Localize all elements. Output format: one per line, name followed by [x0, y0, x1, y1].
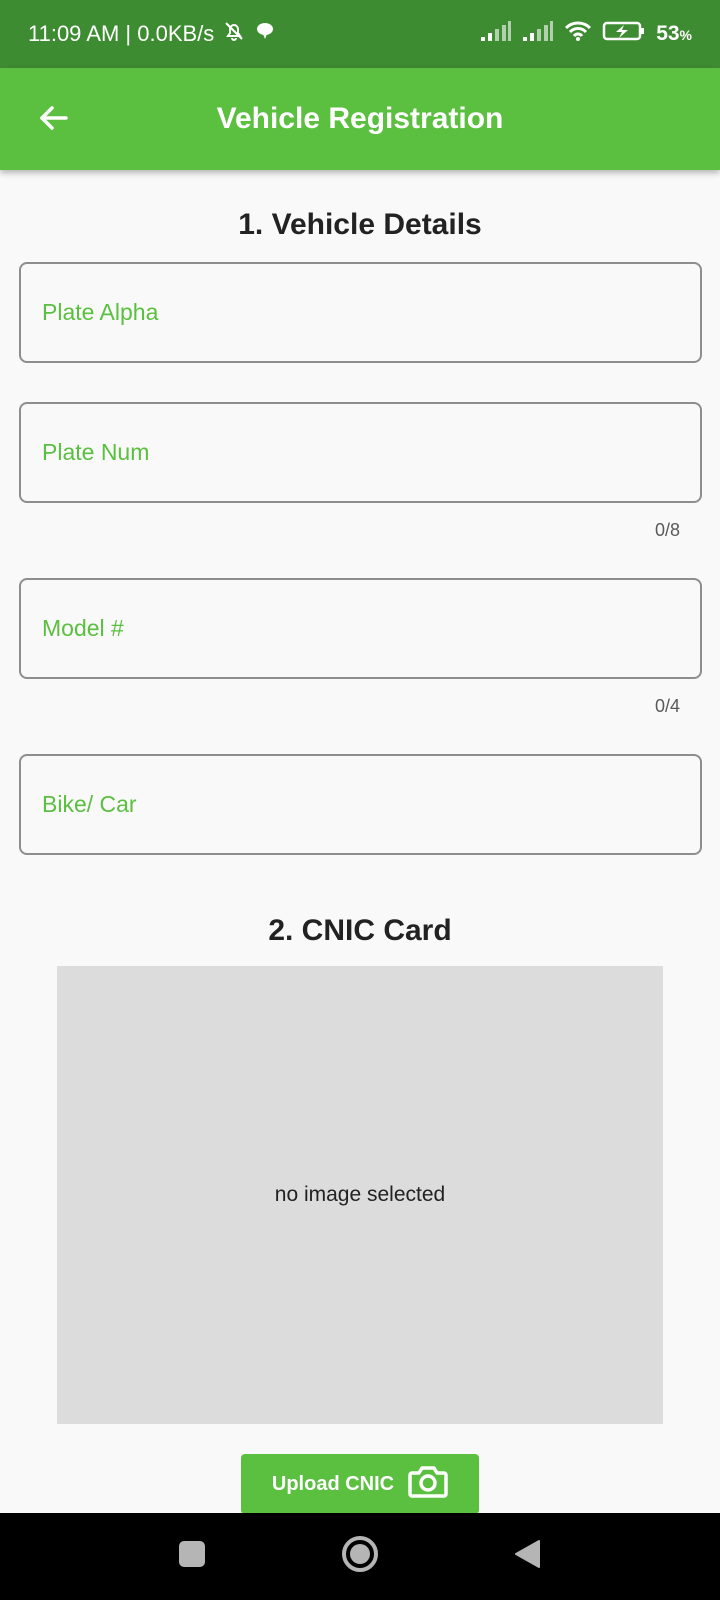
- recent-apps-button[interactable]: [172, 1537, 212, 1577]
- battery-level: 53%: [656, 22, 692, 45]
- bell-off-icon: [222, 19, 246, 49]
- plate-num-field[interactable]: [19, 402, 702, 503]
- page-title: Vehicle Registration: [216, 102, 504, 135]
- cnic-card-heading: 2. CNIC Card: [268, 914, 452, 947]
- plate-num-input[interactable]: [42, 439, 700, 466]
- chat-bubble-icon: [254, 20, 276, 48]
- app-bar: Vehicle Registration: [0, 68, 720, 170]
- cnic-image-preview: no image selected: [57, 966, 663, 1424]
- status-bar: 11:09 AM | 0.0KB/s 53%: [0, 0, 720, 68]
- vehicle-type-field[interactable]: [19, 754, 702, 855]
- camera-icon: [408, 1464, 448, 1504]
- plate-alpha-input[interactable]: [42, 299, 700, 326]
- arrow-left-icon: [38, 102, 70, 139]
- square-recent-icon: [178, 1540, 206, 1573]
- model-counter: 0/4: [654, 696, 680, 716]
- status-right: 53%: [480, 20, 692, 48]
- signal-icon: [480, 20, 512, 48]
- circle-home-icon: [340, 1534, 380, 1579]
- status-time: 11:09 AM | 0.0KB/s: [28, 21, 215, 46]
- plate-num-counter: 0/8: [654, 520, 680, 540]
- model-input[interactable]: [42, 615, 700, 642]
- no-image-text: no image selected: [274, 1183, 446, 1206]
- upload-cnic-label: Upload CNIC: [271, 1472, 395, 1495]
- wifi-icon: [564, 20, 592, 48]
- triangle-back-icon: [512, 1538, 544, 1575]
- upload-cnic-button[interactable]: Upload CNIC: [241, 1454, 479, 1514]
- model-field[interactable]: [19, 578, 702, 679]
- plate-alpha-field[interactable]: [19, 262, 702, 363]
- home-button[interactable]: [340, 1534, 380, 1579]
- back-nav-button[interactable]: [508, 1537, 548, 1577]
- signal-icon: [522, 20, 554, 48]
- back-button[interactable]: [32, 98, 76, 142]
- system-nav-bar: [0, 1513, 720, 1600]
- battery-charging-icon: [602, 20, 646, 48]
- status-left: 11:09 AM | 0.0KB/s: [28, 19, 276, 49]
- vehicle-details-heading: 1. Vehicle Details: [238, 208, 482, 241]
- vehicle-type-input[interactable]: [42, 791, 700, 818]
